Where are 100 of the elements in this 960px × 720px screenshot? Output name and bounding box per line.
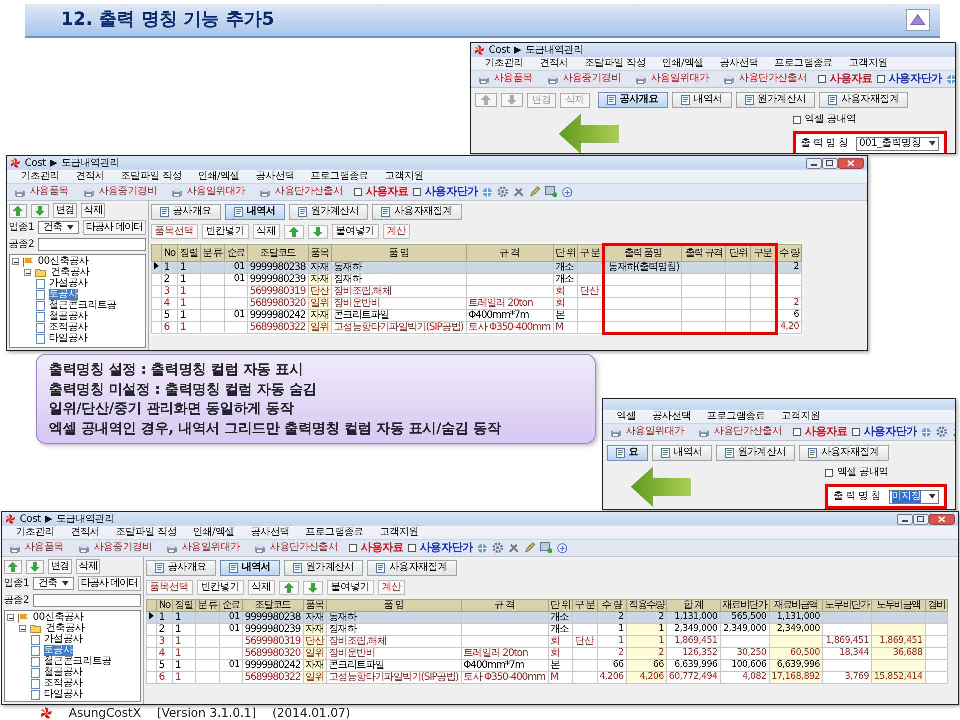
menu-item[interactable]: 조달파일 작성 xyxy=(120,169,182,184)
move-up-button[interactable] xyxy=(4,560,22,574)
gear-icon[interactable] xyxy=(936,426,948,438)
sidebar-button[interactable]: 삭제 xyxy=(81,203,106,218)
column-header[interactable]: 구 분 xyxy=(578,244,604,262)
tab[interactable]: 내역서 xyxy=(224,204,285,220)
collapse-toggle-icon[interactable] xyxy=(12,258,19,265)
tree-item[interactable]: 조적공사 xyxy=(44,678,83,689)
menu-item[interactable]: 고객지원 xyxy=(781,409,820,424)
toolbar-check-label[interactable]: 사용자단가 xyxy=(420,540,474,556)
tab[interactable]: 사용자재집계 xyxy=(799,445,889,461)
tree-item[interactable]: 철골공사 xyxy=(49,311,88,322)
toolbar-button[interactable]: 사용단가산출서 xyxy=(720,72,810,86)
toolbar-button[interactable]: 사용일위대가 xyxy=(632,72,712,86)
column-header[interactable]: 정렬 xyxy=(172,600,196,612)
menu-item[interactable]: 기초관리 xyxy=(21,169,60,184)
column-header[interactable]: 수 량 xyxy=(597,600,626,612)
tools-icon[interactable] xyxy=(508,542,520,554)
column-header[interactable]: 출력 품명 xyxy=(603,244,682,262)
menu-item[interactable]: 프로그램종료 xyxy=(707,409,766,424)
maximize-icon[interactable] xyxy=(913,514,929,524)
grid-toolbar-button[interactable]: 품목선택 xyxy=(146,580,193,595)
checkbox-label[interactable]: 엑셀 공내역 xyxy=(837,465,889,480)
column-header[interactable]: 품 명 xyxy=(332,244,466,262)
toolbar-check-label[interactable]: 사용자료 xyxy=(805,424,848,440)
column-header[interactable]: 노무비금액 xyxy=(872,600,926,612)
move-down-button[interactable] xyxy=(303,580,324,594)
tab[interactable]: 요 xyxy=(607,445,648,461)
column-header[interactable]: 규 격 xyxy=(466,244,553,262)
grid-toolbar-button[interactable]: 붙여넣기 xyxy=(332,224,379,239)
column-header[interactable]: No xyxy=(162,244,178,262)
tree-item[interactable]: 토공사 xyxy=(44,645,74,656)
column-header[interactable]: 정렬 xyxy=(178,244,200,262)
tree-item[interactable]: 00신축공사 xyxy=(33,612,84,623)
checkbox[interactable] xyxy=(412,188,421,196)
column-header[interactable]: 구 분 xyxy=(572,600,598,612)
plus-circle-icon[interactable] xyxy=(562,186,574,198)
menu-item[interactable]: 프로그램종료 xyxy=(306,525,364,540)
globe-icon[interactable] xyxy=(921,426,932,438)
menu-item[interactable]: 기초관리 xyxy=(16,525,55,540)
output-name-select[interactable]: 미지정 xyxy=(888,490,939,504)
tab[interactable]: 사용자재집계 xyxy=(367,560,457,576)
menu-item[interactable]: 인쇄/엑셀 xyxy=(198,169,240,184)
move-up-button[interactable] xyxy=(9,204,27,218)
menu-item[interactable]: 공사선택 xyxy=(720,56,759,71)
tab[interactable]: 내역서 xyxy=(672,92,732,108)
pencil-icon[interactable] xyxy=(524,542,536,554)
trade-select[interactable]: 건축 xyxy=(33,577,74,590)
toolbar-button[interactable]: 사용단가산출서 xyxy=(695,425,786,439)
tab[interactable]: 원가계산서 xyxy=(716,445,796,461)
move-up-button[interactable] xyxy=(279,580,300,594)
move-down-button[interactable] xyxy=(31,204,49,218)
toolbar-button[interactable]: 사용중기경비 xyxy=(544,72,624,86)
column-header[interactable]: 노무비단가 xyxy=(822,600,872,612)
tab[interactable]: 내역서 xyxy=(220,560,280,576)
globe-icon[interactable] xyxy=(477,542,488,554)
grid-toolbar-button[interactable]: 붙여넣기 xyxy=(327,580,374,595)
move-down-button[interactable] xyxy=(26,560,44,574)
toolbar-button[interactable]: 사용단가산출서 xyxy=(256,185,346,199)
menu-item[interactable]: 엑셀 xyxy=(617,409,636,424)
table-add-icon[interactable] xyxy=(545,186,558,198)
toolbar-button[interactable]: 사용품목 xyxy=(6,541,67,555)
column-header[interactable]: 조달코드 xyxy=(242,600,304,612)
column-header[interactable]: 단 위 xyxy=(553,244,578,262)
toolbar-button[interactable]: 사용일위대가 xyxy=(607,425,688,439)
column-header[interactable]: 경비 xyxy=(925,600,948,612)
pencil-icon[interactable] xyxy=(529,186,542,198)
menu-item[interactable]: 공사선택 xyxy=(250,525,290,540)
tree-item[interactable]: 00신축공사 xyxy=(38,256,89,267)
column-header[interactable]: 출력 규격 xyxy=(682,244,726,262)
checkbox[interactable] xyxy=(793,428,802,436)
toolbar-check-label[interactable]: 사용자단가 xyxy=(888,70,942,88)
tree-item[interactable]: 가설공사 xyxy=(44,634,83,645)
checkbox[interactable] xyxy=(792,116,801,124)
tab[interactable]: 원가계산서 xyxy=(284,560,364,576)
column-header[interactable]: 분 류 xyxy=(200,244,225,262)
tab[interactable]: 사용자재집계 xyxy=(372,204,462,220)
close-icon[interactable] xyxy=(929,514,955,524)
toolbar-check-label[interactable]: 사용자료 xyxy=(366,184,409,200)
checkbox[interactable] xyxy=(408,544,416,552)
menu-item[interactable]: 공사선택 xyxy=(652,409,692,424)
minimize-icon[interactable] xyxy=(897,514,913,524)
input-field[interactable] xyxy=(38,238,146,251)
grid-toolbar-button[interactable]: 삭제 xyxy=(252,224,280,239)
column-header[interactable]: 품목 xyxy=(308,244,332,262)
menu-item[interactable]: 프로그램종료 xyxy=(310,169,369,184)
toolbar-button[interactable]: 사용중기경비 xyxy=(74,541,156,555)
minimize-icon[interactable] xyxy=(806,158,822,168)
column-header[interactable]: 순료 xyxy=(224,244,248,262)
tab[interactable]: 공사개요 xyxy=(151,204,221,220)
tree-item[interactable]: 타일공사 xyxy=(44,689,83,700)
maximize-icon[interactable] xyxy=(822,158,838,168)
column-header[interactable]: 규 격 xyxy=(461,600,548,612)
tree-item[interactable]: 건축공사 xyxy=(46,623,85,634)
table-add-icon[interactable] xyxy=(540,542,554,554)
sidebar-button[interactable]: 변경 xyxy=(53,203,78,218)
menu-item[interactable]: 고객지원 xyxy=(848,56,888,71)
column-header[interactable]: 품 명 xyxy=(326,600,462,612)
checkbox-label[interactable]: 엑셀 공내역 xyxy=(804,112,856,127)
toolbar-check-label[interactable]: 사용자단가 xyxy=(864,424,918,440)
